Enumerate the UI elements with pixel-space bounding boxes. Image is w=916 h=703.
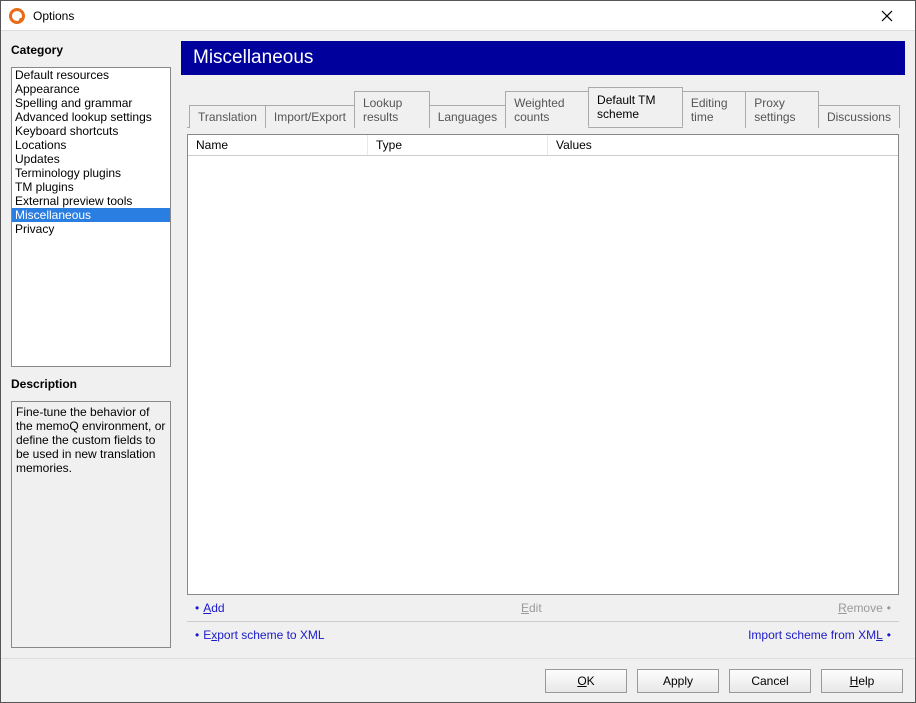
tab[interactable]: Import/Export [265,105,355,128]
bullet-icon: • [887,601,891,615]
category-item[interactable]: Advanced lookup settings [12,110,170,124]
export-xml-link[interactable]: Export scheme to XML [203,628,324,642]
tab-content: Name Type Values • Add Edit Re [187,128,899,648]
tab[interactable]: Lookup results [354,91,430,128]
tabstrip: TranslationImport/ExportLookup resultsLa… [187,87,899,128]
tab[interactable]: Translation [189,105,266,128]
bullet-icon: • [887,628,891,642]
category-item[interactable]: External preview tools [12,194,170,208]
tab[interactable]: Discussions [818,105,900,128]
col-type[interactable]: Type [368,135,548,155]
right-panel: Miscellaneous TranslationImport/ExportLo… [181,41,905,648]
xml-actions: • Export scheme to XML Import scheme fro… [187,622,899,648]
page-title: Miscellaneous [181,41,905,75]
add-link[interactable]: Add [203,601,224,615]
category-label: Category [11,41,171,59]
left-panel: Category Default resourcesAppearanceSpel… [11,41,171,648]
category-item[interactable]: Locations [12,138,170,152]
bullet-icon: • [195,628,199,642]
help-button[interactable]: Help [821,669,903,693]
apply-button[interactable]: Apply [637,669,719,693]
remove-link: Remove [838,601,883,615]
edit-link: Edit [521,601,542,615]
dialog-body: Category Default resourcesAppearanceSpel… [1,31,915,658]
description-label: Description [11,375,171,393]
category-item[interactable]: TM plugins [12,180,170,194]
tab[interactable]: Proxy settings [745,91,819,128]
category-item[interactable]: Miscellaneous [12,208,170,222]
category-item[interactable]: Default resources [12,68,170,82]
col-values[interactable]: Values [548,135,898,155]
tab[interactable]: Default TM scheme [588,87,683,127]
category-item[interactable]: Keyboard shortcuts [12,124,170,138]
titlebar: Options [1,1,915,31]
cancel-button[interactable]: Cancel [729,669,811,693]
tab[interactable]: Languages [429,105,506,128]
bullet-icon: • [195,601,199,615]
tab[interactable]: Editing time [682,91,746,128]
tm-scheme-grid[interactable]: Name Type Values [187,134,899,595]
app-icon [9,8,25,24]
category-list[interactable]: Default resourcesAppearanceSpelling and … [11,67,171,367]
tab[interactable]: Weighted counts [505,91,589,128]
ok-button[interactable]: OK [545,669,627,693]
category-item[interactable]: Terminology plugins [12,166,170,180]
dialog-footer: OK Apply Cancel Help [1,658,915,702]
row-actions: • Add Edit Remove • [187,595,899,622]
category-item[interactable]: Appearance [12,82,170,96]
grid-body [188,156,898,594]
page-body: TranslationImport/ExportLookup resultsLa… [181,75,905,648]
options-window: Options Category Default resourcesAppear… [0,0,916,703]
col-name[interactable]: Name [188,135,368,155]
category-item[interactable]: Updates [12,152,170,166]
category-item[interactable]: Privacy [12,222,170,236]
category-item[interactable]: Spelling and grammar [12,96,170,110]
close-icon [881,10,893,22]
close-button[interactable] [867,2,907,30]
window-title: Options [33,9,867,23]
import-xml-link[interactable]: Import scheme from XML [748,628,883,642]
grid-header: Name Type Values [188,135,898,156]
description-box: Fine-tune the behavior of the memoQ envi… [11,401,171,648]
